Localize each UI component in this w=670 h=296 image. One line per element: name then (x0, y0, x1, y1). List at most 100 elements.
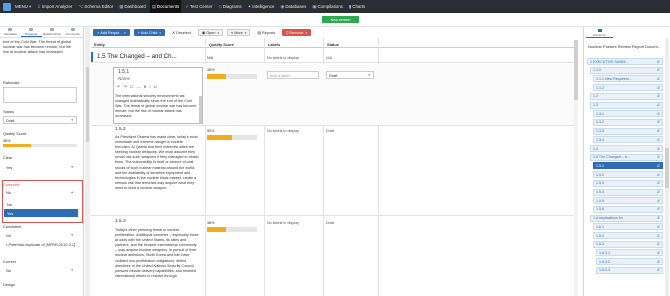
link-icon[interactable]: ⇵ (657, 77, 660, 81)
column-header-entity[interactable]: Entity (94, 42, 105, 47)
consistent-select[interactable]: No ▾ (3, 231, 77, 239)
link-icon[interactable]: ⇵ (657, 94, 660, 98)
link-icon[interactable]: ⇵ (657, 242, 660, 246)
link-icon[interactable]: ⇵ (657, 234, 660, 238)
nav-charts[interactable]: ▮ Charts (347, 0, 367, 13)
right-scroll-thumb[interactable] (665, 148, 669, 188)
nav-menu[interactable]: MENU ▾ (13, 0, 33, 13)
tree-item[interactable]: 1.5.5 ⇵ (593, 197, 663, 205)
column-header-labels[interactable]: Labels (268, 42, 280, 47)
add-label-input[interactable]: Add a label... (267, 71, 319, 79)
tree-item[interactable]: 1.6.2 ⇵ (593, 232, 663, 239)
tab-relationships[interactable]: Relationships (42, 27, 63, 37)
complete-option-no[interactable]: No (4, 200, 78, 208)
main-scrollbar[interactable] (574, 40, 578, 296)
link-icon[interactable]: ⇵ (657, 120, 660, 124)
link-icon[interactable]: ⇵ (657, 103, 660, 107)
tree-item[interactable]: 1.3.2 ⇵ (593, 118, 663, 126)
link-icon[interactable]: ⇵ (657, 225, 660, 229)
link-icon[interactable]: ⇵ (657, 199, 660, 203)
entity-heading[interactable]: 1.5 The Changed – and Ch... (97, 53, 177, 60)
clear-select[interactable]: Yes ▾ (3, 163, 77, 171)
tree-item[interactable]: 1.5 The Changed – a... ⇵ (590, 153, 663, 161)
tree-item[interactable]: 1 EXECUTIVE SUMM... ⇵ (587, 58, 663, 65)
requirement-text[interactable]: As President Obama has made clear, today… (115, 135, 199, 191)
tab-metadata-2[interactable]: Metadata (20, 27, 42, 37)
nav-documents[interactable]: ▤ Documents (149, 0, 182, 13)
nav-compilations[interactable]: ▣ Compilations (310, 0, 345, 13)
left-scroll-thumb[interactable] (86, 67, 89, 142)
tree-item[interactable]: 1.6.1 ⇵ (593, 223, 663, 231)
editor-toolbar[interactable]: ↶ ↷ ☐ — B I U (117, 84, 158, 89)
column-header-quality-score[interactable]: Quality Score (209, 42, 234, 47)
tab-hierarchy[interactable]: Hierarchy (586, 28, 613, 38)
remove-button[interactable]: ▯ Remove ▾ (282, 29, 312, 36)
link-icon[interactable]: ⇵ (657, 216, 660, 220)
version-banner[interactable]: New version (322, 16, 359, 23)
link-icon[interactable]: ⇵ (657, 251, 660, 255)
open-button[interactable]: ◉ Open ▾ (197, 29, 223, 36)
link-icon[interactable]: ⇵ (657, 173, 660, 177)
tree-item[interactable]: 1.3.1 ⇵ (593, 110, 663, 118)
link-icon[interactable]: ⇵ (657, 147, 660, 151)
link-icon[interactable]: ⇵ (657, 68, 660, 72)
correct-select[interactable]: No ▾ (3, 266, 77, 274)
link-icon[interactable]: ⇵ (657, 129, 660, 133)
nav-databases[interactable]: ◉ Databases (278, 0, 308, 13)
link-icon[interactable]: ⇵ (657, 155, 660, 159)
link-icon[interactable]: ⇵ (657, 268, 660, 272)
tab-comments[interactable]: Comments (62, 27, 83, 37)
document-title[interactable]: Nuclear Posture Review Report Docum... (588, 44, 661, 49)
tree-item[interactable]: 1.5.2 ⇵ (593, 171, 663, 179)
tree-item[interactable]: 1.1.1 New Requirem... ⇵ (593, 75, 663, 83)
link-icon[interactable]: ⇵ (657, 86, 660, 90)
status-select[interactable]: Draft ▾ (326, 71, 374, 79)
link-icon[interactable]: ⇵ (657, 138, 660, 142)
link-icon[interactable]: ⇵ (657, 181, 660, 185)
name-input[interactable]: Name (118, 76, 130, 81)
requirement-text[interactable]: Today's other pressing threat is nuclear… (115, 228, 199, 296)
reports-button[interactable]: ▤ Reports (254, 29, 278, 36)
link-icon[interactable]: ⇵ (657, 60, 660, 64)
left-scrollbar[interactable] (85, 27, 90, 296)
complete-option-yes[interactable]: Yes (4, 209, 78, 217)
editor-scrollbar[interactable] (199, 96, 202, 124)
tree-item[interactable]: 1.1.2 ⇵ (593, 84, 663, 92)
app-logo[interactable] (3, 2, 11, 11)
link-icon[interactable]: ⇵ (657, 164, 660, 168)
tree-item[interactable]: 1.6.3.3 ⇵ (596, 266, 663, 274)
tree-item[interactable]: 1.1.0 ⇵ (590, 66, 663, 74)
tree-item[interactable]: 1.4 ⇵ (590, 145, 663, 152)
rationale-field[interactable] (3, 87, 77, 103)
tree-item[interactable]: 1.3 ⇵ (590, 101, 663, 109)
nav-dashboard[interactable]: ▦ Dashboard (117, 0, 148, 13)
link-icon[interactable]: ⇵ (657, 260, 660, 264)
tree-item[interactable]: 1.3.4 ⇵ (593, 136, 663, 144)
add-child-button[interactable]: + Add Child ▾ (133, 29, 165, 36)
tree-item[interactable]: 1.5.4 ⇵ (593, 188, 663, 196)
status-select[interactable]: Draft ▾ (3, 116, 77, 124)
tree-item[interactable]: 1.6 Implications for ⇵ (590, 214, 663, 222)
tree-item[interactable]: 1.2 ⇵ (590, 92, 663, 100)
nav-schema-editor[interactable]: ⌥ Schema Editor (76, 0, 115, 13)
tree-item[interactable]: 1.5.6 ⇵ (593, 205, 663, 213)
requirement-text[interactable]: The international security environment h… (115, 94, 197, 119)
nav-test-center[interactable]: ✓ Test Center (183, 0, 214, 13)
tree-item[interactable]: 1.3.3 ⇵ (593, 127, 663, 135)
right-scrollbar[interactable] (665, 38, 669, 296)
nav-diagrams[interactable]: ◇ Diagrams (216, 0, 243, 13)
tree-item[interactable]: 1.5.1 ⇵ (593, 162, 663, 170)
link-icon[interactable]: ⇵ (657, 190, 660, 194)
nav-import-analyzer[interactable]: ⇩ Import Analyzer (35, 0, 74, 13)
tree-item[interactable]: 1.5.3 ⇵ (593, 179, 663, 187)
nav-intelligence[interactable]: ✦ Intelligence (246, 0, 277, 13)
main-scroll-thumb[interactable] (574, 40, 578, 100)
tree-item[interactable]: 1.6.3.2 ⇵ (596, 258, 663, 266)
link-icon[interactable]: ⇵ (657, 207, 660, 211)
tree-item[interactable]: 1.6.3.1 ⇵ (596, 249, 663, 257)
tab-metadata-1[interactable]: Metadata (0, 27, 21, 37)
link-icon[interactable]: ⇵ (657, 112, 660, 116)
column-header-status[interactable]: Status (327, 42, 339, 47)
more-button[interactable]: ≡ More ▾ (227, 29, 251, 36)
add-requirement-button[interactable]: + Add Requir... ▾ (93, 29, 130, 36)
